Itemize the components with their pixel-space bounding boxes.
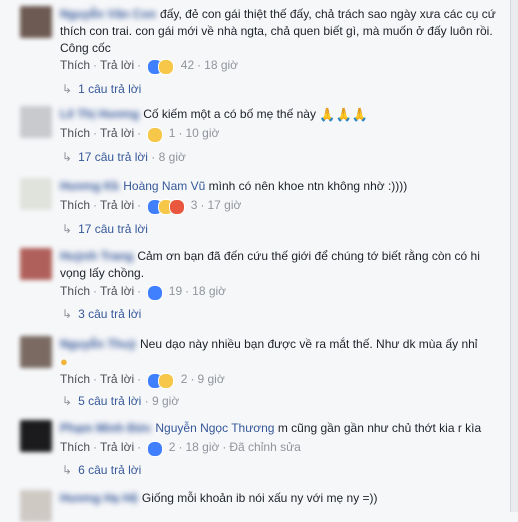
comment-text: m cũng gần gần như chủ thớt kia r kìa: [277, 421, 482, 435]
comment-body: Lê Thị Hương Cố kiếm một a có bố mẹ thế n…: [60, 106, 500, 123]
commenter-name[interactable]: Hương Hạ Hệ: [60, 491, 138, 505]
view-replies-link[interactable]: ↳ 6 câu trả lời: [62, 463, 141, 477]
angry-reaction-icon: [169, 198, 186, 215]
haha-reaction-icon: [158, 372, 175, 389]
avatar[interactable]: [20, 490, 52, 522]
timestamp[interactable]: 18 giờ: [185, 440, 219, 454]
reaction-count: 1: [168, 126, 176, 140]
timestamp[interactable]: 18 giờ: [204, 58, 238, 72]
reply-link[interactable]: Trả lời: [100, 440, 134, 454]
reply-arrow-icon: ↳: [62, 394, 73, 408]
reply-link[interactable]: Trả lời: [100, 198, 134, 212]
like-link[interactable]: Thích: [60, 372, 90, 386]
commenter-name[interactable]: Nguyễn Văn Con: [60, 7, 156, 21]
reaction-count: 3: [190, 198, 198, 212]
like-link[interactable]: Thích: [60, 284, 90, 298]
avatar[interactable]: [20, 420, 52, 452]
timestamp[interactable]: 9 giờ: [197, 372, 224, 386]
avatar[interactable]: [20, 248, 52, 280]
comment-actions: Thích · Trả lời · 42 · 18 giờ: [60, 58, 238, 75]
view-replies-link[interactable]: ↳ 1 câu trả lời: [62, 82, 141, 96]
view-replies-link[interactable]: ↳ 17 câu trả lời: [62, 222, 148, 236]
reactions[interactable]: [147, 58, 177, 75]
commenter-name[interactable]: Lê Thị Hương: [60, 107, 139, 121]
avatar[interactable]: [20, 6, 52, 38]
avatar[interactable]: [20, 106, 52, 138]
reaction-count: 2: [180, 372, 188, 386]
like-reaction-icon: [147, 284, 164, 301]
commenter-name[interactable]: Nguyễn Thuỳ: [60, 337, 136, 351]
reactions[interactable]: [147, 440, 165, 457]
view-replies-link[interactable]: ↳ 3 câu trả lời: [62, 307, 141, 321]
reactions[interactable]: [147, 372, 177, 389]
reply-arrow-icon: ↳: [62, 82, 73, 96]
reactions[interactable]: [147, 126, 165, 143]
like-reaction-icon: [147, 440, 164, 457]
reply-link[interactable]: Trả lời: [100, 284, 134, 298]
pacman-emoticon-icon: ●: [60, 353, 68, 369]
comment-body: Huỳnh Trang Cảm ơn bạn đã đến cứu thế giớ…: [60, 248, 500, 282]
haha-reaction-icon: [147, 126, 164, 143]
reply-link[interactable]: Trả lời: [100, 58, 134, 72]
reactions[interactable]: [147, 198, 187, 215]
comment-body: Hương Hạ Hệ Giống mỗi khoản ib nói xấu ny…: [60, 490, 500, 507]
comment-text: Giống mỗi khoản ib nói xấu ny với mẹ ny …: [141, 491, 378, 505]
reactions[interactable]: [147, 284, 165, 301]
comment-body: Phạm Minh Đức Nguyễn Ngọc Thương m cũng g…: [60, 420, 500, 437]
like-link[interactable]: Thích: [60, 58, 90, 72]
comment-body: Nguyễn Văn Con đấy, đẻ con gái thiệt thế …: [60, 6, 500, 57]
reply-arrow-icon: ↳: [62, 307, 73, 321]
haha-reaction-icon: [158, 58, 175, 75]
timestamp[interactable]: 17 giờ: [207, 198, 241, 212]
commenter-name[interactable]: Hương Kk: [60, 179, 119, 193]
replies-timestamp: 9 giờ: [151, 394, 180, 408]
comments-panel: Nguyễn Văn Con đấy, đẻ con gái thiệt thế …: [0, 0, 510, 522]
replies-timestamp: 8 giờ: [158, 150, 186, 164]
comment-actions: Thích · Trả lời · 2 · 9 giờ: [60, 372, 225, 389]
view-replies-link[interactable]: ↳ 5 câu trả lời · 9 giờ: [62, 394, 179, 408]
like-link[interactable]: Thích: [60, 126, 90, 140]
comment-actions: Thích · Trả lời · 2 · 18 giờ · Đã chỉnh sửa: [60, 440, 301, 457]
like-link[interactable]: Thích: [60, 198, 90, 212]
reaction-count: 42: [180, 58, 195, 72]
comment-body: Hương Kk Hoàng Nam Vũ mình có nên khoe nt…: [60, 178, 500, 195]
tagged-name[interactable]: Nguyễn Ngọc Thương: [155, 421, 274, 435]
comment-text: mình có nên khoe ntn không nhờ :)))): [208, 179, 408, 193]
timestamp[interactable]: 10 giờ: [185, 126, 219, 140]
comment-actions: Thích · Trả lời · 3 · 17 giờ: [60, 198, 241, 215]
comment-actions: Thích · Trả lời · 1 · 10 giờ: [60, 126, 219, 143]
comment-body: Nguyễn Thuỳ Neu dạo này nhiều bạn được về…: [60, 336, 500, 370]
reply-link[interactable]: Trả lời: [100, 372, 134, 386]
praying-hands-icon: 🙏🙏🙏: [319, 106, 368, 122]
view-replies-link[interactable]: ↳ 17 câu trả lời · 8 giờ: [62, 150, 186, 164]
reply-arrow-icon: ↳: [62, 150, 73, 164]
commenter-name[interactable]: Phạm Minh Đức: [60, 421, 151, 435]
timestamp[interactable]: 18 giờ: [192, 284, 226, 298]
reply-arrow-icon: ↳: [62, 222, 73, 236]
avatar[interactable]: [20, 178, 52, 210]
reply-link[interactable]: Trả lời: [100, 126, 134, 140]
reaction-count: 2: [168, 440, 176, 454]
tagged-name[interactable]: Hoàng Nam Vũ: [123, 179, 205, 193]
reply-arrow-icon: ↳: [62, 463, 73, 477]
like-link[interactable]: Thích: [60, 440, 90, 454]
commenter-name[interactable]: Huỳnh Trang: [60, 249, 133, 263]
comment-text: Neu dạo này nhiều bạn được về ra mắt thế…: [140, 337, 478, 351]
edited-label[interactable]: Đã chỉnh sửa: [229, 440, 300, 454]
avatar[interactable]: [20, 336, 52, 368]
reaction-count: 19: [168, 284, 183, 298]
page-background: [511, 0, 518, 512]
comment-actions: Thích · Trả lời · 19 · 18 giờ: [60, 284, 226, 301]
comment-text: Cố kiếm một a có bố mẹ thế này: [143, 107, 316, 121]
